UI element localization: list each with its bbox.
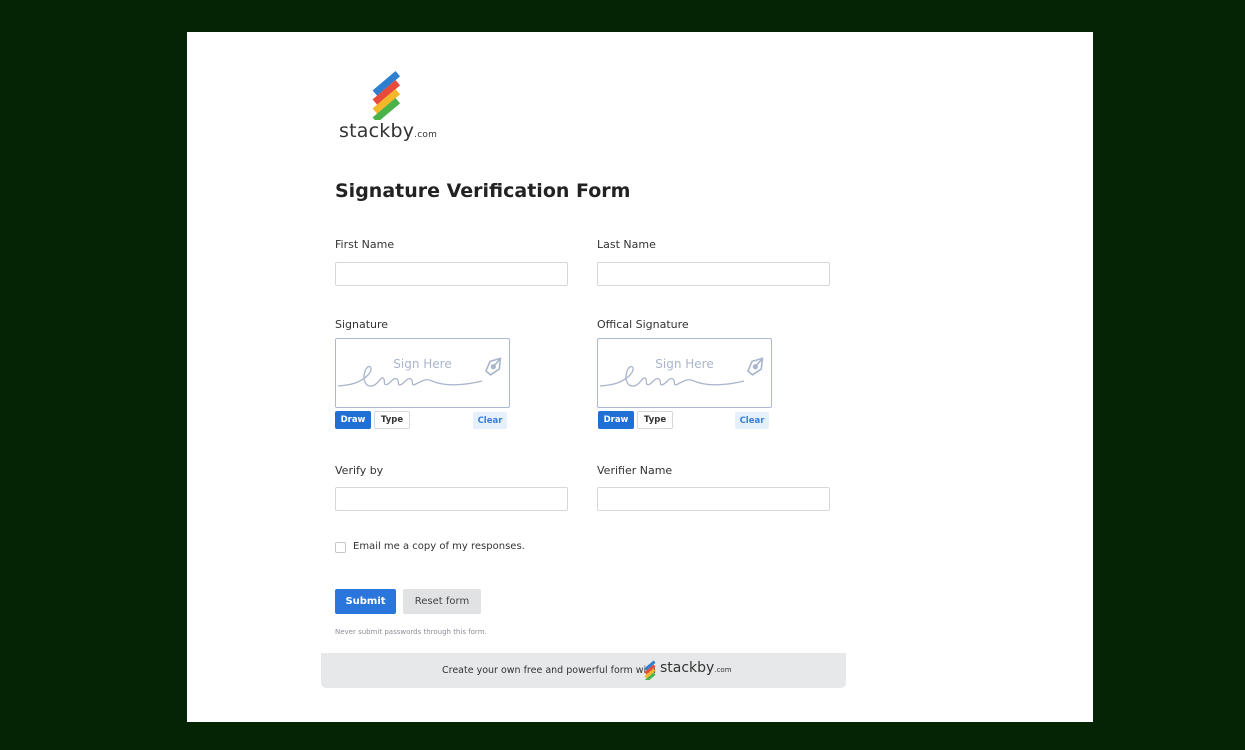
draw-button[interactable]: Draw bbox=[335, 411, 371, 429]
last-name-input[interactable] bbox=[597, 262, 830, 286]
stackby-logo-icon bbox=[372, 71, 401, 120]
type-button[interactable]: Type bbox=[374, 411, 410, 429]
type-button[interactable]: Type bbox=[637, 411, 673, 429]
footer-logo-domain: .com bbox=[714, 666, 732, 674]
reset-form-button[interactable]: Reset form bbox=[403, 589, 481, 614]
verifier-name-label: Verifier Name bbox=[597, 464, 673, 477]
draw-button[interactable]: Draw bbox=[598, 411, 634, 429]
stackby-logo[interactable]: stackby.com bbox=[339, 66, 449, 146]
form-title: Signature Verification Form bbox=[335, 180, 631, 202]
first-name-label: First Name bbox=[335, 238, 395, 251]
form-card: stackby.com Signature Verification Form … bbox=[187, 32, 1093, 722]
signature-squiggle-icon bbox=[599, 365, 745, 387]
email-copy-checkbox[interactable] bbox=[335, 542, 346, 553]
official-signature-label: Offical Signature bbox=[597, 318, 689, 331]
footer-banner: Create your own free and powerful form w… bbox=[321, 653, 846, 688]
logo-name: stackby bbox=[339, 120, 415, 142]
signature-squiggle-icon bbox=[337, 365, 483, 387]
clear-button[interactable]: Clear bbox=[735, 412, 769, 429]
clear-button[interactable]: Clear bbox=[473, 412, 507, 429]
email-copy-label: Email me a copy of my responses. bbox=[353, 541, 525, 552]
pen-icon bbox=[484, 357, 502, 376]
signature-label: Signature bbox=[335, 318, 389, 331]
footer-logo-wordmark[interactable]: stackby.com bbox=[660, 660, 732, 676]
first-name-input[interactable] bbox=[335, 262, 568, 286]
verify-by-input[interactable] bbox=[335, 487, 568, 511]
verifier-name-input[interactable] bbox=[597, 487, 830, 511]
password-warning-note: Never submit passwords through this form… bbox=[335, 628, 487, 636]
stackby-logo-icon[interactable] bbox=[643, 660, 659, 680]
last-name-label: Last Name bbox=[597, 238, 656, 251]
pen-icon bbox=[746, 357, 764, 376]
signature-pad[interactable]: Sign Here bbox=[335, 338, 510, 408]
submit-button[interactable]: Submit bbox=[335, 589, 396, 614]
footer-logo-name: stackby bbox=[660, 660, 715, 676]
logo-wordmark: stackby.com bbox=[339, 120, 437, 142]
footer-text: Create your own free and powerful form w… bbox=[442, 665, 656, 676]
logo-domain: .com bbox=[414, 130, 438, 140]
official-signature-pad[interactable]: Sign Here bbox=[597, 338, 772, 408]
verify-by-label: Verify by bbox=[335, 464, 384, 477]
